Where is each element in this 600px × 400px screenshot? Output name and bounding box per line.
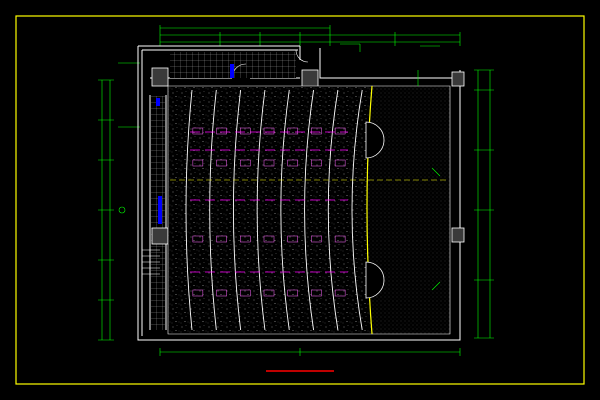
stage-floor xyxy=(366,85,451,335)
seating-area-floor xyxy=(167,85,373,335)
cad-drawing-canvas xyxy=(0,0,600,400)
